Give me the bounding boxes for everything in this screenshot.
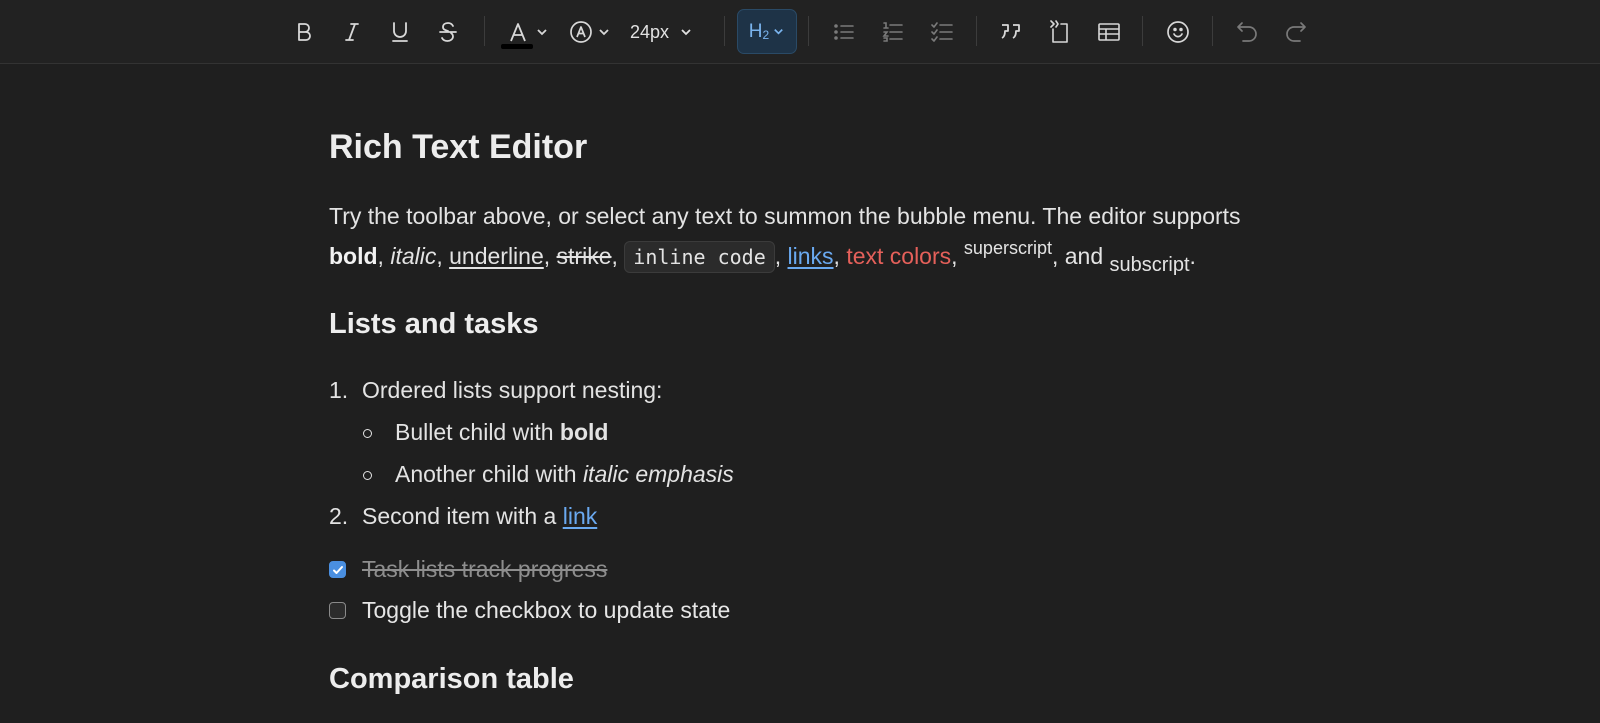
period-text: . bbox=[1189, 243, 1196, 269]
toolbar-divider bbox=[1212, 16, 1213, 46]
text-color-icon bbox=[510, 23, 526, 42]
chevron-down-icon bbox=[599, 29, 609, 36]
document-title: Rich Text Editor bbox=[329, 128, 588, 166]
bullet-bold-text: bold bbox=[559, 419, 609, 445]
bullet-list-item: Another child with italic emphasis bbox=[329, 461, 829, 489]
task-checkbox-unchecked[interactable] bbox=[329, 602, 346, 619]
bullet-list-icon[interactable] bbox=[830, 12, 858, 52]
colored-text-sample: text colors bbox=[846, 243, 952, 269]
list-item-text: Ordered lists support nesting: bbox=[362, 377, 663, 403]
and-text: , and bbox=[1051, 243, 1104, 269]
code-block-icon[interactable] bbox=[1046, 12, 1074, 52]
bullet-marker bbox=[363, 429, 372, 438]
underline-icon[interactable] bbox=[386, 12, 414, 52]
intro-paragraph: Try the toolbar above, or select any tex… bbox=[329, 203, 1241, 276]
ordered-list-item: 1. Ordered lists support nesting: bbox=[329, 377, 662, 404]
bullet-italic-text: italic emphasis bbox=[582, 461, 734, 487]
checkmark-icon bbox=[332, 565, 343, 574]
inline-link[interactable]: link bbox=[563, 503, 598, 529]
chevron-down-icon bbox=[537, 29, 547, 36]
table-icon[interactable] bbox=[1094, 12, 1124, 52]
bullet-list-item: Bullet child with bold bbox=[329, 419, 829, 447]
underline-sample: underline bbox=[449, 243, 544, 269]
italic-icon[interactable] bbox=[338, 12, 366, 52]
bullet-text: Bullet child with bbox=[395, 419, 554, 445]
strikethrough-icon[interactable] bbox=[434, 12, 462, 52]
ordered-text: Second item with a bbox=[362, 503, 557, 529]
strike-sample: strike bbox=[556, 243, 612, 269]
task-list-icon[interactable] bbox=[928, 12, 956, 52]
list-item-text: Bullet child with bold bbox=[395, 419, 608, 446]
bold-icon[interactable] bbox=[290, 12, 318, 52]
task-item: Toggle the checkbox to update state bbox=[329, 597, 730, 624]
bullet-text: Another child with bbox=[395, 461, 577, 487]
task-item: Task lists track progress bbox=[329, 556, 607, 583]
editor-toolbar: 24px H2 bbox=[0, 0, 1600, 64]
superscript-sample: superscript bbox=[963, 238, 1052, 258]
list-item-text: Second item with a link bbox=[362, 503, 597, 529]
list-item-text: Another child with italic emphasis bbox=[395, 461, 734, 488]
toolbar-divider bbox=[808, 16, 809, 46]
chevron-down-icon bbox=[681, 29, 691, 36]
lists-heading: Lists and tasks bbox=[329, 308, 539, 340]
list-number: 2. bbox=[329, 503, 349, 529]
heading-level-label: H bbox=[748, 20, 763, 42]
subscript-sample: subscript bbox=[1109, 254, 1190, 276]
toolbar-divider bbox=[484, 16, 485, 46]
toolbar-divider bbox=[976, 16, 977, 46]
highlighter-icon bbox=[570, 21, 592, 43]
chevron-down-icon bbox=[774, 29, 784, 35]
redo-icon[interactable] bbox=[1282, 12, 1310, 52]
bold-sample: bold bbox=[329, 243, 378, 269]
table-heading: Comparison table bbox=[329, 663, 574, 695]
ordered-list-icon[interactable] bbox=[879, 12, 907, 52]
text-color-swatch bbox=[501, 44, 533, 49]
heading-level-dropdown[interactable]: H2 bbox=[737, 9, 797, 54]
blockquote-icon[interactable] bbox=[997, 12, 1025, 52]
link-sample[interactable]: links bbox=[788, 243, 834, 269]
task-text: Toggle the checkbox to update state bbox=[362, 597, 731, 623]
inline-code-sample: inline code bbox=[624, 241, 775, 273]
toolbar-divider bbox=[1142, 16, 1143, 46]
list-number: 1. bbox=[329, 377, 349, 403]
font-size-dropdown[interactable]: 24px bbox=[630, 12, 693, 52]
italic-sample: italic bbox=[390, 243, 437, 269]
heading-level-number: 2 bbox=[762, 27, 770, 42]
bullet-marker bbox=[363, 471, 372, 480]
undo-icon[interactable] bbox=[1233, 12, 1261, 52]
task-text: Task lists track progress bbox=[362, 556, 608, 582]
intro-lead-text: Try the toolbar above, or select any tex… bbox=[329, 203, 1241, 229]
ordered-list-item: 2. Second item with a link bbox=[329, 503, 597, 530]
task-checkbox-checked[interactable] bbox=[329, 561, 346, 578]
font-size-value: 24px bbox=[630, 21, 670, 42]
toolbar-divider bbox=[724, 16, 725, 46]
highlight-dropdown[interactable] bbox=[568, 12, 612, 52]
emoji-icon[interactable] bbox=[1164, 12, 1192, 52]
